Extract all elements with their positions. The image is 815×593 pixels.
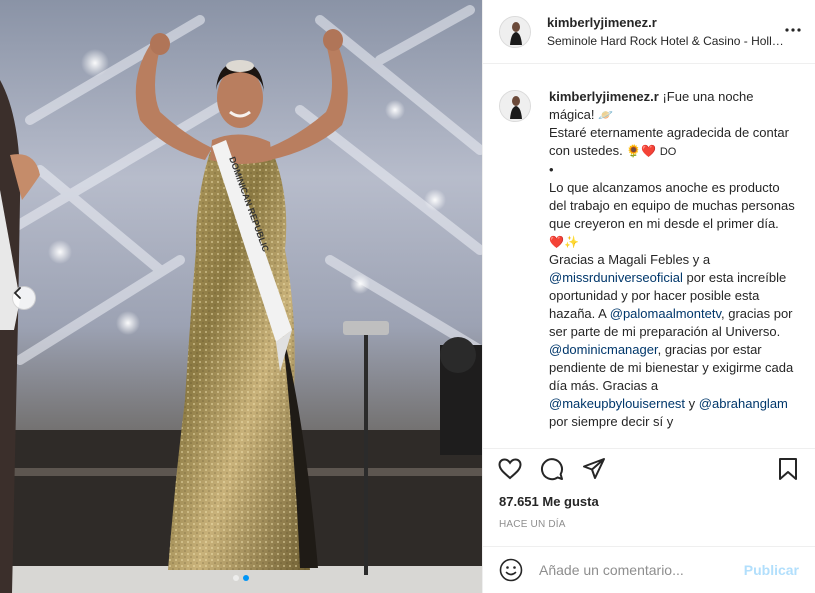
chevron-left-icon [13, 287, 21, 299]
mention-link[interactable]: @palomaalmontetv [610, 306, 721, 321]
caption-line: Lo que alcanzamos anoche es producto del… [549, 180, 795, 231]
bookmark-icon [779, 457, 797, 480]
post-details-panel: kimberlyjimenez.r Seminole Hard Rock Hot… [482, 0, 815, 593]
share-icon [583, 457, 605, 479]
emoji-icon[interactable] [499, 558, 523, 582]
caption-line: por siempre decir sí y [549, 414, 674, 429]
add-comment-bar: Publicar [483, 546, 815, 593]
heart-icon [498, 457, 522, 479]
post-timestamp[interactable]: HACE UN DÍA [499, 519, 566, 530]
like-count[interactable]: 87.651 Me gusta [499, 494, 599, 509]
post-caption: kimberlyjimenez.r ¡Fue una noche mágica!… [483, 72, 815, 431]
sunflower-heart-emoji: 🌻❤️ [626, 144, 657, 158]
carousel-prev-button[interactable] [12, 286, 36, 310]
mention-link[interactable]: @makeupbylouisernest [549, 396, 685, 411]
comment-icon [541, 457, 563, 480]
avatar-image [500, 16, 530, 47]
planet-emoji: 🪐 [598, 108, 614, 122]
comments-section[interactable]: kimberlyjimenez.r ¡Fue una noche mágica!… [483, 72, 815, 448]
avatar-image [500, 91, 530, 121]
comment-input[interactable] [537, 561, 744, 579]
avatar[interactable] [499, 15, 531, 48]
mention-link[interactable]: @dominicmanager [549, 342, 658, 357]
mention-link[interactable]: @missrduniverseoficial [549, 270, 683, 285]
mention-link[interactable]: @abrahanglam [699, 396, 788, 411]
carousel-dot-active [243, 575, 249, 581]
post-header: kimberlyjimenez.r Seminole Hard Rock Hot… [483, 0, 815, 64]
carousel-dot [233, 575, 239, 581]
post-actions [483, 448, 815, 488]
share-button[interactable] [581, 456, 607, 482]
caption-line: y [688, 396, 696, 411]
caption-bullet: • [549, 162, 554, 177]
like-button[interactable] [497, 456, 523, 482]
post-location[interactable]: Seminole Hard Rock Hotel & Casino - Holl… [547, 32, 787, 50]
heart-sparkles-emoji: ❤️✨ [549, 235, 579, 249]
save-button[interactable] [775, 456, 801, 482]
caption-line: Gracias a Magali Febles y a [549, 252, 711, 267]
caption-text: kimberlyjimenez.r ¡Fue una noche mágica!… [549, 88, 797, 431]
comment-button[interactable] [539, 456, 565, 482]
publish-button[interactable]: Publicar [744, 562, 799, 578]
caption-username[interactable]: kimberlyjimenez.r [549, 89, 659, 104]
carousel-indicator [0, 575, 482, 581]
post-photo[interactable]: DOMINICAN REPUBLIC [0, 0, 482, 593]
stage-photo: DOMINICAN REPUBLIC [0, 5, 482, 593]
more-horizontal-icon[interactable] [785, 22, 801, 38]
flag-do-emoji: DO [659, 146, 677, 158]
post-author-username[interactable]: kimberlyjimenez.r [547, 15, 657, 30]
caption-avatar[interactable] [499, 90, 531, 122]
